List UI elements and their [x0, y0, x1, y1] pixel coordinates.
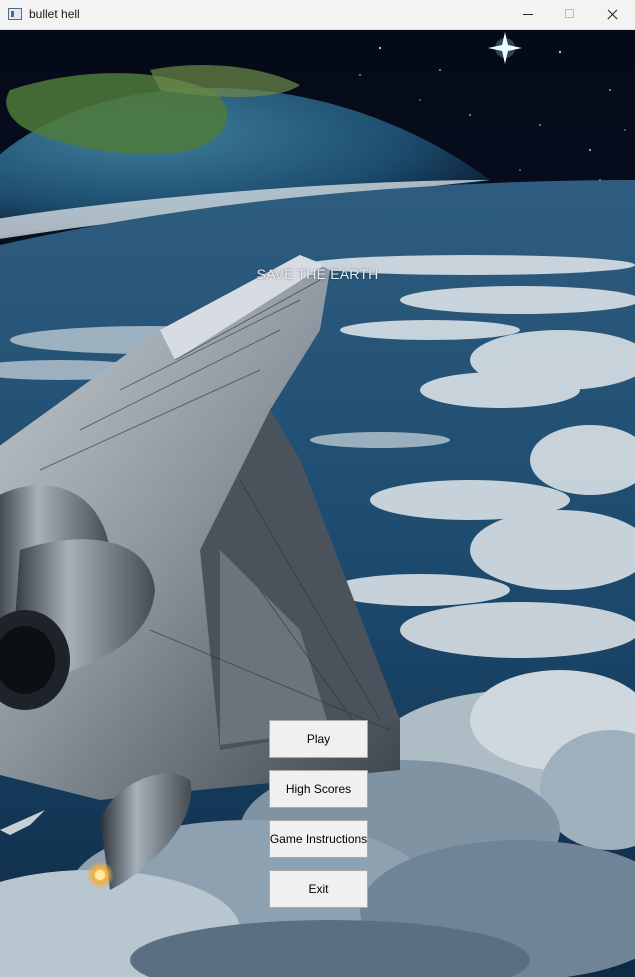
high-scores-button[interactable]: High Scores — [269, 770, 368, 808]
game-window: bullet hell SAVE THE EARTH Play High Sco… — [0, 0, 635, 977]
title-bar: bullet hell — [0, 0, 635, 30]
exit-button[interactable]: Exit — [269, 870, 368, 908]
play-button[interactable]: Play — [269, 720, 368, 758]
game-instructions-button[interactable]: Game Instructions — [269, 820, 368, 858]
game-subtitle: SAVE THE EARTH — [256, 266, 379, 282]
window-title: bullet hell — [29, 7, 80, 21]
maximize-icon[interactable] — [547, 0, 593, 30]
minimize-icon[interactable] — [505, 0, 551, 30]
app-icon — [8, 8, 22, 20]
close-icon[interactable] — [589, 0, 635, 30]
